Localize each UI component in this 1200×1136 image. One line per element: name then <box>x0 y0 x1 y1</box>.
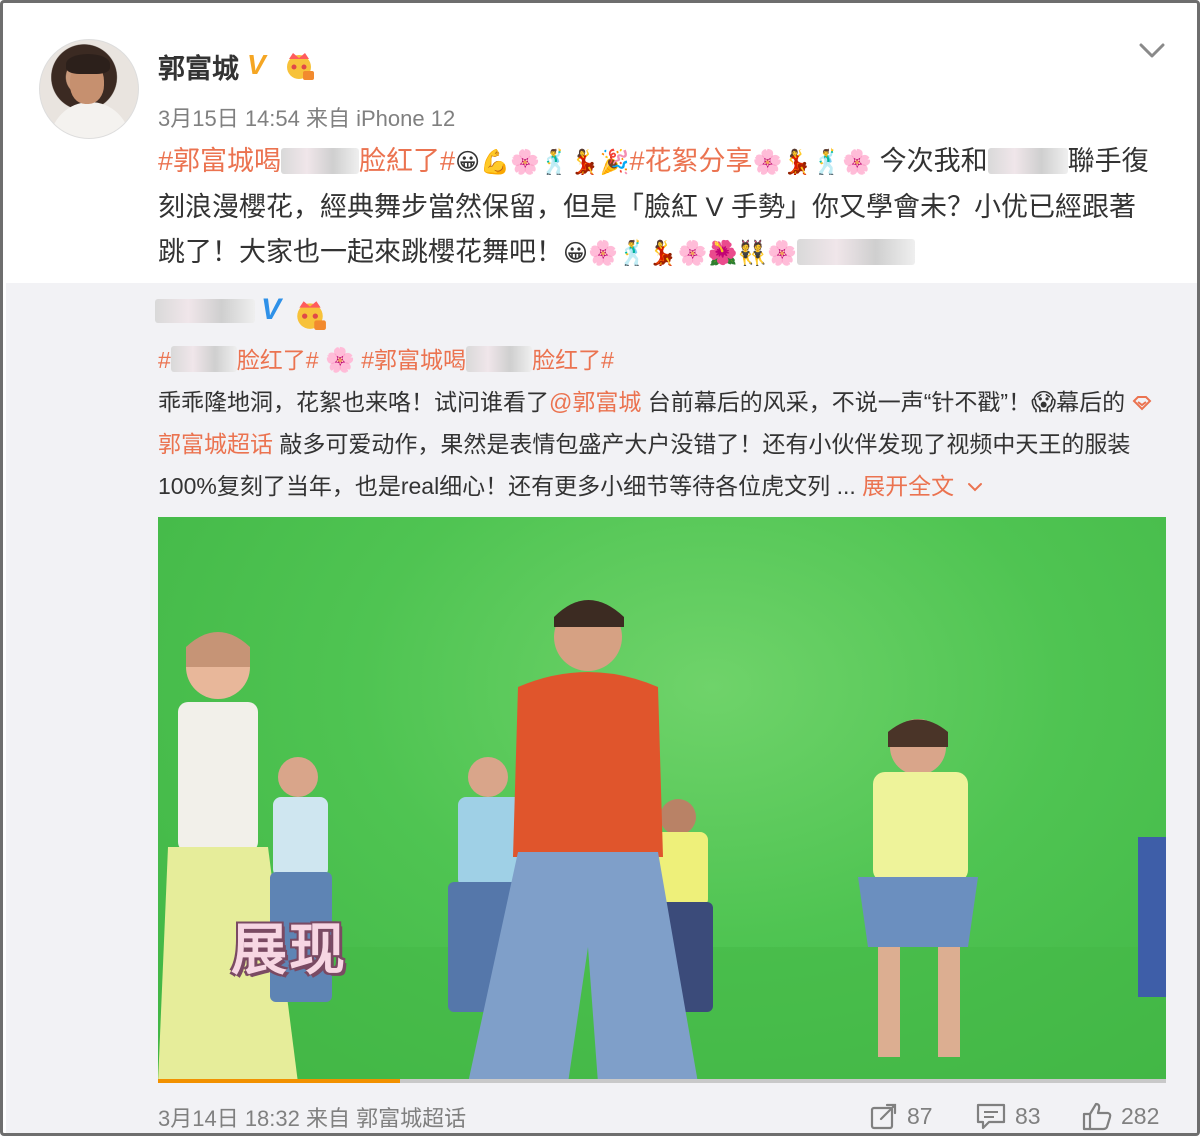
blurred-text <box>987 148 1068 174</box>
blurred-text <box>281 148 360 174</box>
like-icon <box>1082 1102 1112 1131</box>
hashtag-link[interactable]: # <box>158 347 171 373</box>
scream-emoji: 😱 <box>1031 388 1057 416</box>
emoji-group: 😀💪🌸🕺💃🎉 <box>455 148 630 176</box>
video-player[interactable]: 展现 <box>158 517 1166 1083</box>
chevron-down-icon <box>967 483 982 492</box>
repost-text: 乖乖隆地洞，花絮也来咯！试问谁看了 <box>158 389 549 415</box>
like-count: 282 <box>1121 1102 1160 1129</box>
dancer-far-right <box>1138 837 1166 997</box>
emoji-group: 😀🌸🕺💃🌸🌺👯🌸 <box>563 239 798 267</box>
video-progress-fill <box>158 1079 400 1083</box>
blurred-text <box>797 239 916 265</box>
repost-author-blurred[interactable] <box>155 299 255 323</box>
mention-link[interactable]: @郭富城 <box>549 389 641 415</box>
like-button[interactable]: 282 <box>1081 1099 1159 1133</box>
comment-count: 83 <box>1015 1102 1041 1129</box>
post-body: #郭富城喝 脸紅了#😀💪🌸🕺💃🎉#花絮分享🌸💃🕺🌸 今次我和 聯手復刻浪漫櫻花，經典… <box>158 139 1158 276</box>
verified-badge: V <box>247 49 266 80</box>
share-icon <box>870 1103 897 1130</box>
repost-text: 敲多可爱动作，果然是表情包盛产大户没错了！还有小伙伴发现了视频中天王的服装100… <box>158 431 1131 499</box>
hashtag-link[interactable]: #郭富城喝 <box>361 347 466 373</box>
emoji-group: 🌸💃🕺🌸 <box>752 148 873 176</box>
video-progress-bar[interactable] <box>158 1079 1166 1083</box>
video-caption: 展现 <box>231 918 347 983</box>
chevron-down-icon[interactable] <box>1138 39 1166 63</box>
repost-body: # 脸红了# 🌸 #郭富城喝 脸红了# 乖乖隆地洞，花絮也来咯！试问谁看了@郭富城 … <box>158 339 1168 507</box>
supertopic-label: 郭富城超话 <box>158 431 273 457</box>
crown-badge-icon <box>287 53 314 80</box>
repost-text: 幕后的 <box>1056 389 1132 415</box>
repost-meta: 3月14日 18:32 来自 郭富城超话 <box>158 1106 467 1131</box>
comment-button[interactable]: 83 <box>975 1099 1041 1133</box>
hashtag-link-end[interactable]: 脸红了# <box>237 347 319 373</box>
comment-icon <box>976 1103 1006 1130</box>
hashtag-link-end[interactable]: 脸红了# <box>532 347 614 373</box>
repost-paragraph: 乖乖隆地洞，花絮也来咯！试问谁看了@郭富城 台前幕后的风采，不说一声“针不戳”！… <box>158 381 1168 507</box>
post-text: 今次我和 <box>872 146 988 176</box>
avatar[interactable] <box>39 39 139 139</box>
video-frame <box>158 600 1166 1083</box>
hashtag-link[interactable]: #花絮分享 <box>630 146 753 176</box>
hashtag-link-end[interactable]: 脸紅了# <box>359 146 455 176</box>
repost-button[interactable]: 87 <box>869 1099 933 1133</box>
flower-emoji: 🌸 <box>324 346 355 374</box>
author-name[interactable]: 郭富城 <box>158 47 239 86</box>
blurred-text <box>466 346 533 372</box>
blurred-text <box>170 346 237 372</box>
expand-label: 展开全文 <box>862 473 955 499</box>
repost-text: 台前幕后的风采，不说一声“针不戳”！ <box>641 389 1032 415</box>
expand-full-text-link[interactable]: 展开全文 <box>862 473 982 499</box>
weibo-post-card: 郭富城 V 3月15日 14:54 来自 iPhone 12 #郭富城喝 脸紅了#… <box>0 0 1200 1136</box>
post-meta: 3月15日 14:54 来自 iPhone 12 <box>158 106 456 131</box>
repost-count: 87 <box>907 1102 933 1129</box>
crown-badge-icon <box>297 301 326 330</box>
hashtag-link[interactable]: #郭富城喝 <box>158 146 281 176</box>
supertopic-icon <box>1132 396 1151 411</box>
repost-tags-line: # 脸红了# 🌸 #郭富城喝 脸红了# <box>158 339 1168 381</box>
repost-verified-badge: V <box>261 293 282 326</box>
